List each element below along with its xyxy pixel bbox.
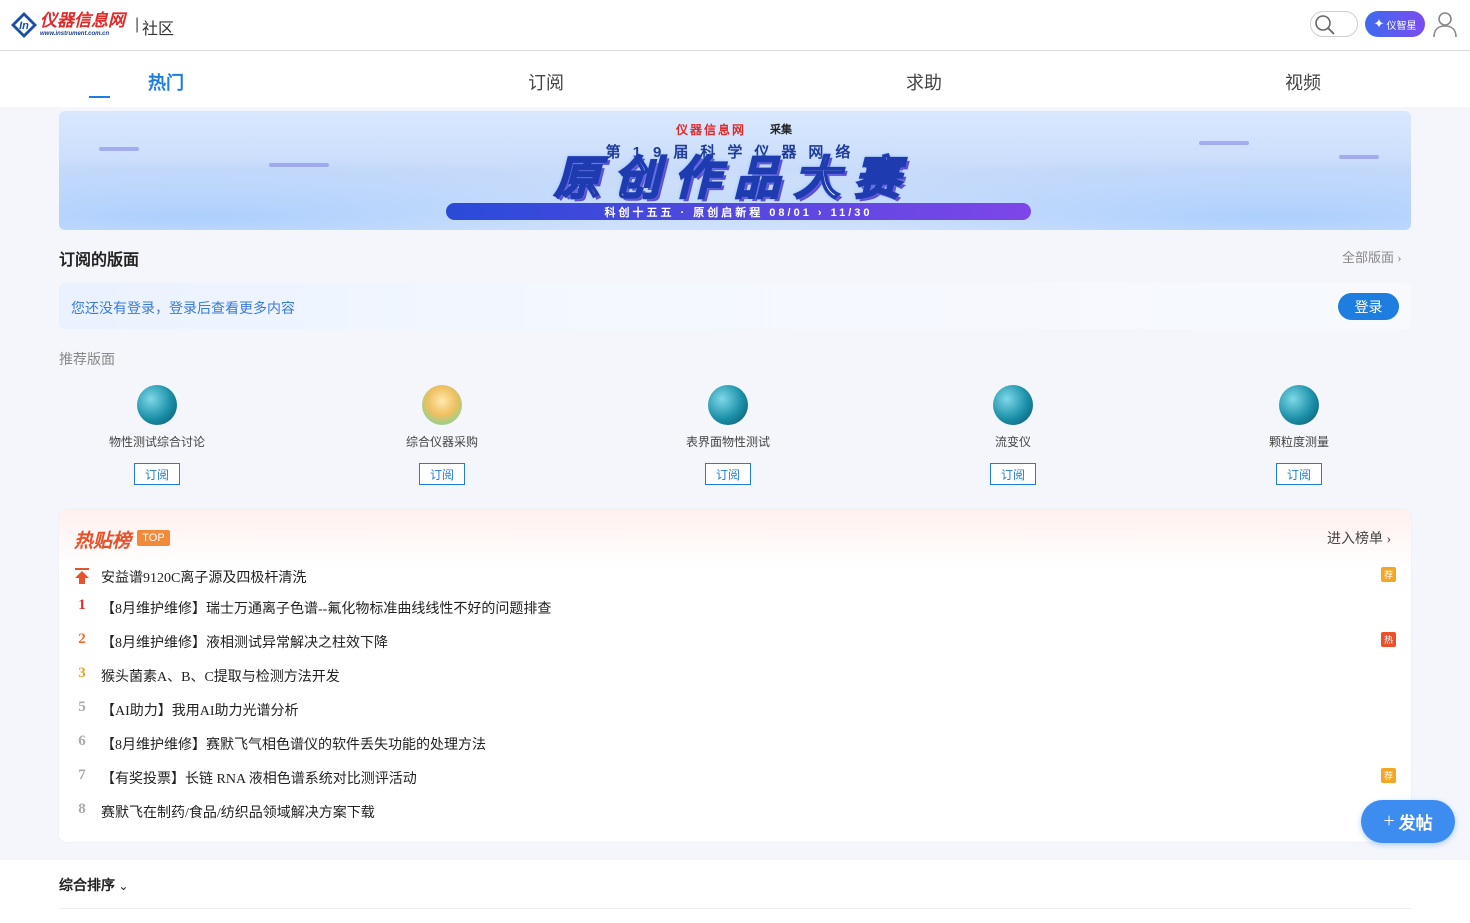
post-title: 安益谱9120C离子源及四极杆清洗 — [101, 571, 307, 586]
subscribe-button[interactable]: 订阅 — [990, 463, 1036, 485]
enter-ranking-link[interactable]: 进入榜单 › — [1327, 528, 1391, 548]
hot-post-row[interactable]: 安益谱9120C离子源及四极杆清洗 荐 — [74, 564, 1396, 586]
plus-icon: + — [1383, 810, 1395, 832]
hot-post-row[interactable]: 3 猴头菌素A、B、C提取与检测方法开发 — [74, 663, 1396, 685]
ai-assistant-button[interactable]: ✦ 仪智星 — [1365, 11, 1425, 37]
logo-mark-icon: In — [10, 11, 38, 39]
pinned-top-icon — [75, 568, 89, 584]
hot-post-row[interactable]: 5 【AI助力】我用AI助力光谱分析 — [74, 697, 1396, 719]
logo-url: www.instrument.com.cn — [40, 31, 110, 37]
chevron-right-icon: › — [1386, 532, 1392, 547]
post-title: 【8月维护维修】瑞士万通离子色谱--氟化物标准曲线线性不好的问题排查 — [101, 602, 552, 617]
tab-hot[interactable]: 热门 — [148, 69, 184, 95]
rank-number: 5 — [78, 699, 86, 715]
main-tabs: 热门 订阅 求助 视频 — [0, 51, 1470, 107]
promo-banner[interactable]: 仪器信息网 采集 第19届科学仪器网络 原创作品大赛 科创十五五 · 原创启新程… — [59, 111, 1411, 230]
recommend-tag: 荐 — [1381, 768, 1396, 783]
sort-bar: 综合排序 ⌄ — [0, 860, 1470, 923]
login-hint: 您还没有登录，登录后查看更多内容 — [71, 302, 295, 317]
svg-text:In: In — [19, 20, 29, 32]
board-name: 表界面物性测试 — [685, 435, 770, 449]
site-logo[interactable]: In 仪器信息网 www.instrument.com.cn — [10, 11, 125, 39]
logo-title: 仪器信息网 — [40, 11, 125, 30]
recommend-tag: 荐 — [1381, 567, 1396, 582]
hot-list-title: 热贴榜 — [74, 531, 132, 552]
board-avatar — [708, 385, 748, 425]
post-title: 猴头菌素A、B、C提取与检测方法开发 — [101, 670, 340, 685]
rank-number: 8 — [78, 801, 86, 817]
search-button[interactable] — [1310, 11, 1358, 37]
login-button[interactable]: 登录 — [1338, 293, 1399, 320]
chevron-right-icon: › — [1397, 250, 1402, 265]
board-name: 物性测试综合讨论 — [108, 435, 205, 449]
hot-post-row[interactable]: 7 【有奖投票】长链 RNA 液相色谱系统对比测评活动 荐 — [74, 765, 1396, 787]
board-card[interactable]: 颗粒度测量 订阅 — [1239, 385, 1359, 485]
all-boards-link[interactable]: 全部版面 › — [1342, 247, 1402, 266]
sparkle-icon: ✦ — [1373, 16, 1385, 31]
post-title: 【AI助力】我用AI助力光谱分析 — [101, 704, 299, 719]
sort-dropdown[interactable]: 综合排序 ⌄ — [59, 875, 129, 895]
header-separator: | — [135, 16, 140, 33]
board-avatar — [1279, 385, 1319, 425]
subscribe-button[interactable]: 订阅 — [1276, 463, 1322, 485]
hot-post-row[interactable]: 6 【8月维护维修】赛默飞气相色谱仪的软件丢失功能的处理方法 — [74, 731, 1396, 753]
tab-subscribe[interactable]: 订阅 — [528, 69, 564, 95]
subscribe-button[interactable]: 订阅 — [705, 463, 751, 485]
banner-partner: 采集 — [770, 124, 792, 136]
subscribe-button[interactable]: 订阅 — [134, 463, 180, 485]
tab-help[interactable]: 求助 — [906, 69, 942, 95]
rank-number: 3 — [78, 665, 86, 681]
rank-number: 7 — [78, 767, 86, 783]
board-avatar — [993, 385, 1033, 425]
rank-number: 2 — [78, 631, 86, 647]
hot-post-row[interactable]: 8 赛默飞在制药/食品/纺织品领域解决方案下载 — [74, 799, 1396, 821]
post-title: 【8月维护维修】赛默飞气相色谱仪的软件丢失功能的处理方法 — [101, 738, 486, 753]
top-header: In 仪器信息网 www.instrument.com.cn | 社区 ✦ 仪智… — [0, 0, 1470, 51]
ai-assistant-label: 仪智星 — [1386, 20, 1417, 32]
board-name: 流变仪 — [994, 435, 1031, 449]
top-badge: TOP — [137, 530, 170, 546]
hot-tag: 热 — [1381, 632, 1396, 647]
chevron-down-icon: ⌄ — [118, 879, 129, 893]
section-title[interactable]: 社区 — [142, 15, 174, 39]
new-post-button[interactable]: + 发帖 — [1361, 800, 1455, 843]
board-avatar — [422, 385, 462, 425]
post-title: 赛默飞在制药/食品/纺织品领域解决方案下载 — [101, 806, 375, 821]
board-card[interactable]: 综合仪器采购 订阅 — [382, 385, 502, 485]
board-card[interactable]: 表界面物性测试 订阅 — [668, 385, 788, 485]
search-icon — [1315, 15, 1335, 35]
recommended-boards-title: 推荐版面 — [59, 353, 115, 368]
board-name: 综合仪器采购 — [405, 435, 478, 449]
login-prompt: 您还没有登录，登录后查看更多内容 登录 — [59, 283, 1411, 329]
hot-posts-panel: 热贴榜 TOP 进入榜单 › 安益谱9120C离子源及四极杆清洗 荐 1 【8月… — [59, 509, 1411, 842]
banner-slogan: 科创十五五 · 原创启新程 08/01 › 11/30 — [446, 203, 1031, 220]
user-icon[interactable] — [1432, 10, 1458, 38]
board-card[interactable]: 流变仪 订阅 — [953, 385, 1073, 485]
post-title: 【8月维护维修】液相测试异常解决之柱效下降 — [101, 636, 388, 651]
active-tab-indicator — [89, 96, 110, 98]
rank-number: 6 — [78, 733, 86, 749]
subscribed-boards-title: 订阅的版面 — [59, 252, 140, 269]
rank-number: 1 — [78, 597, 86, 613]
banner-title: 原创作品大赛 — [553, 152, 914, 204]
new-post-label: 发帖 — [1398, 814, 1433, 833]
board-avatar — [137, 385, 177, 425]
hot-post-row[interactable]: 2 【8月维护维修】液相测试异常解决之柱效下降 热 — [74, 629, 1396, 651]
hot-post-row[interactable]: 1 【8月维护维修】瑞士万通离子色谱--氟化物标准曲线线性不好的问题排查 — [74, 595, 1396, 617]
board-name: 颗粒度测量 — [1268, 435, 1329, 449]
subscribe-button[interactable]: 订阅 — [419, 463, 465, 485]
board-card[interactable]: 物性测试综合讨论 订阅 — [97, 385, 217, 485]
tab-video[interactable]: 视频 — [1285, 69, 1321, 95]
banner-org: 仪器信息网 — [675, 122, 746, 137]
post-title: 【有奖投票】长链 RNA 液相色谱系统对比测评活动 — [101, 772, 417, 787]
